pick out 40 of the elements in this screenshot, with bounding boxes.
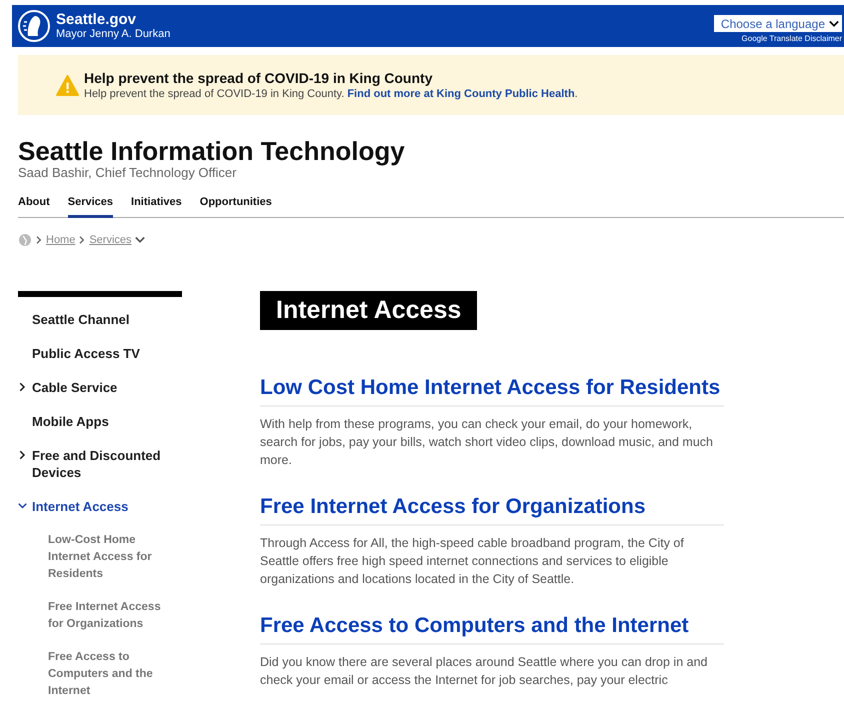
caret-icon xyxy=(829,18,839,28)
sidebar-subitem[interactable]: Free Internet Access for Organizations xyxy=(48,599,178,633)
sidebar-subitem[interactable]: Free Access to Computers and the Internet xyxy=(48,649,178,700)
department-subtitle: Saad Bashir, Chief Technology Officer xyxy=(18,165,238,180)
public-health-link[interactable]: Find out more at King County Public Health xyxy=(347,88,575,100)
chevron-icon xyxy=(78,236,86,244)
section-heading-link[interactable]: Free Access to Computers and the Internet xyxy=(260,612,724,645)
caret-icon[interactable] xyxy=(134,235,145,245)
sidebar-item[interactable]: Internet Access xyxy=(18,498,178,515)
breadcrumb-link[interactable]: Services xyxy=(89,234,132,246)
sidebar-item[interactable]: Mobile Apps xyxy=(18,413,178,430)
mayor-name: Mayor Jenny A. Durkan xyxy=(56,28,170,41)
section-text: With help from these programs, you can check your email, do your homework, search for jobs, pay your bills, watch short video clips, download music, and much more. xyxy=(260,416,714,469)
sidebar-subitem[interactable]: Low-Cost Home Internet Access for Residents xyxy=(48,532,178,583)
section-text: Did you know there are several places around Seattle where you can drop in and check your email or access the Internet for job searches, pay your electric xyxy=(260,654,708,689)
department-title: Seattle Information Technology xyxy=(18,137,406,165)
disclaimer-link[interactable]: Google Translate Disclaimer xyxy=(742,34,842,43)
page-title: Internet Access xyxy=(260,291,478,330)
alert-text: Help prevent the spread of COVID-19 in King County. Find out more at King County Public Health. xyxy=(84,88,578,100)
sidebar-item[interactable]: Seattle Channel xyxy=(18,311,178,328)
sidebar-item[interactable]: Public Access TV xyxy=(18,345,178,362)
chevron-right-icon xyxy=(18,450,27,460)
alert-title: Help prevent the spread of COVID-19 in King County xyxy=(84,70,434,86)
nav-tab[interactable]: Opportunities xyxy=(200,194,272,218)
chevron-icon xyxy=(35,236,43,244)
nav-tab[interactable]: Initiatives xyxy=(131,194,182,218)
section-text: Through Access for All, the high-speed cable broadband program, the City of Seattle offers free high speed internet connections and services to eligible organizations and locations located in the City of Seattle. xyxy=(260,535,685,588)
nav-tab[interactable]: About xyxy=(18,194,50,218)
seal-logo-icon[interactable] xyxy=(18,10,50,42)
site-name-link[interactable]: Seattle.gov xyxy=(56,11,170,28)
chevron-right-icon xyxy=(18,382,27,392)
nav-tab[interactable]: Services xyxy=(68,194,114,218)
section-heading-link[interactable]: Low Cost Home Internet Access for Residents xyxy=(260,374,724,407)
language-select[interactable]: Choose a language xyxy=(714,15,842,32)
warning-icon xyxy=(56,74,79,96)
section-heading-link[interactable]: Free Internet Access for Organizations xyxy=(260,493,724,526)
sidebar-item[interactable]: Free and Discounted Devices xyxy=(18,447,178,481)
breadcrumb-link[interactable]: Home xyxy=(46,234,76,246)
chevron-down-icon xyxy=(18,501,27,511)
sidebar-item[interactable]: Cable Service xyxy=(18,379,178,396)
